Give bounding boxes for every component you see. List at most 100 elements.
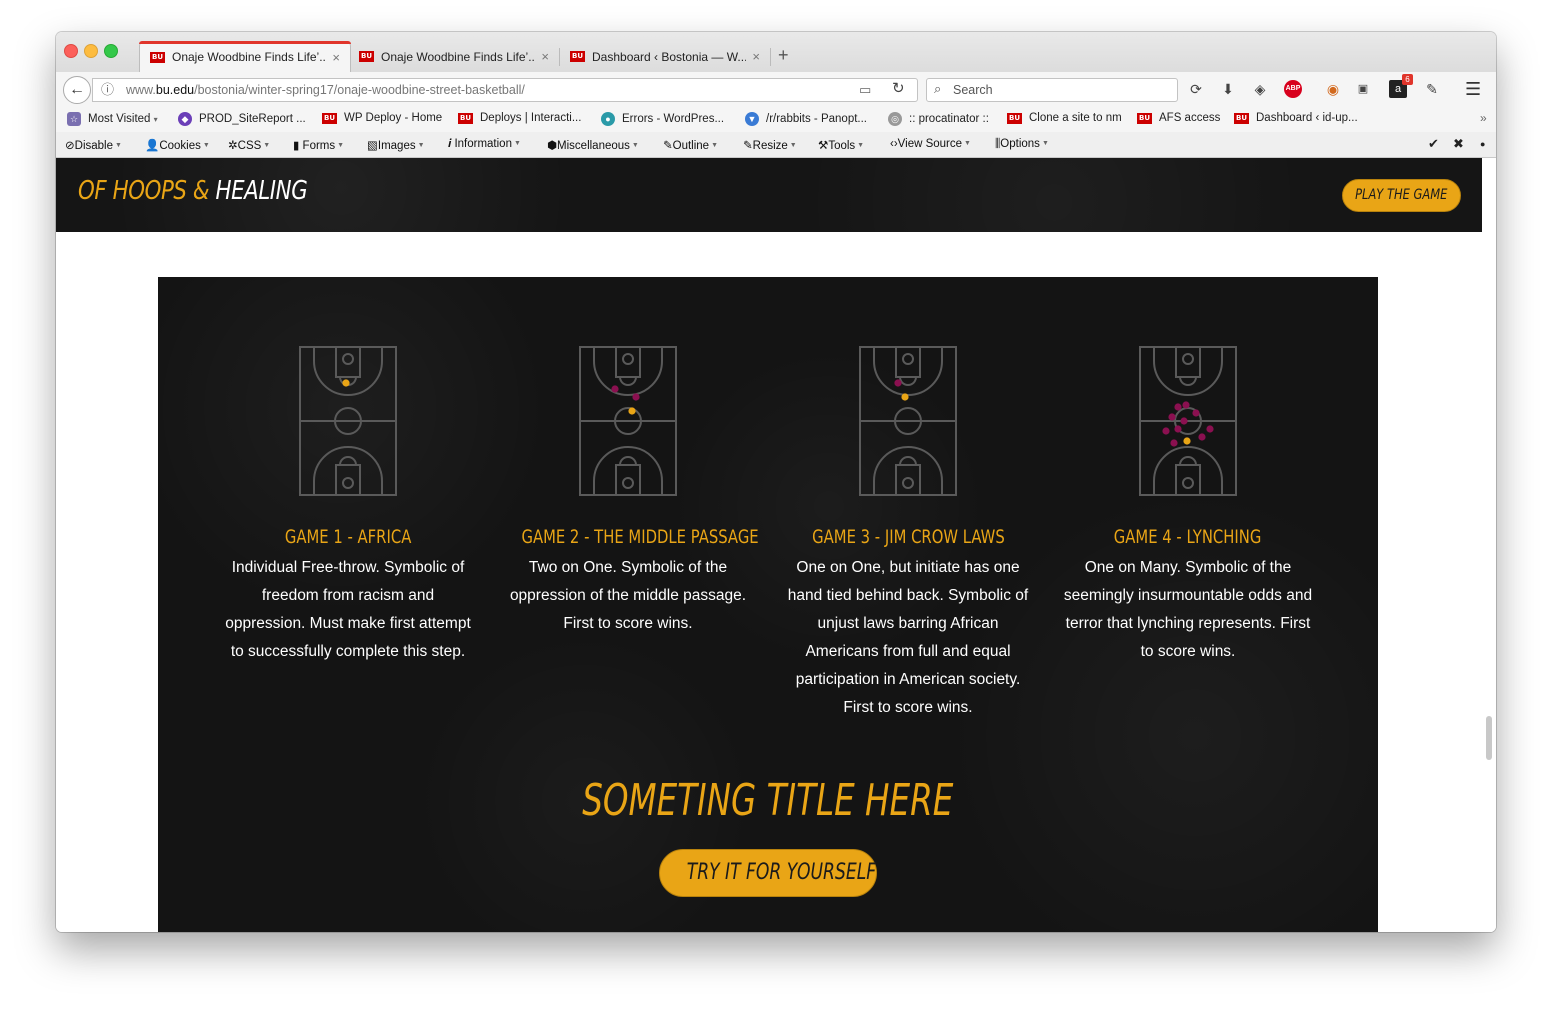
- defender-dot: [1168, 413, 1176, 421]
- bookmark-most-visited[interactable]: ☆ Most Visited ▾: [67, 112, 158, 126]
- initiate-dot: [628, 407, 636, 415]
- pocket-icon[interactable]: ◈: [1251, 80, 1269, 98]
- close-tab-icon[interactable]: ×: [332, 50, 340, 65]
- person-icon: 👤: [145, 140, 160, 152]
- notification-badge: 6: [1402, 74, 1413, 85]
- devbar-miscellaneous[interactable]: ⬢Miscellaneous ▼: [547, 138, 639, 152]
- tab-separator: [770, 48, 771, 66]
- site-info-icon[interactable]: ⓘ: [101, 79, 114, 101]
- vertical-scrollbar[interactable]: [1482, 158, 1496, 932]
- cube-icon: ⬢: [547, 140, 558, 152]
- play-the-game-button[interactable]: PLAY THE GAME: [1342, 179, 1461, 212]
- more-bookmarks-icon[interactable]: »: [1480, 111, 1487, 125]
- bu-favicon-icon: BU: [570, 51, 585, 62]
- back-arrow-icon: ←: [69, 81, 85, 98]
- wrench-icon: ⚒: [818, 140, 829, 152]
- bu-favicon-icon: BU: [1234, 112, 1249, 124]
- amazon-icon[interactable]: a6: [1389, 74, 1413, 98]
- defender-dot: [1174, 403, 1182, 411]
- bookmark-clone-site[interactable]: BU Clone a site to nm: [1007, 112, 1122, 124]
- bu-favicon-icon: BU: [150, 51, 165, 63]
- bookmark-afs-access[interactable]: BU AFS access: [1137, 112, 1220, 124]
- page-viewport: OF HOOPS & HEALING PLAY THE GAME GAME 1 …: [56, 158, 1496, 932]
- try-it-yourself-button[interactable]: TRY IT FOR YOURSELF: [659, 849, 877, 897]
- devbar-images[interactable]: ▧Images ▼: [367, 138, 425, 152]
- toolbar-dot-icon[interactable]: ●: [1480, 139, 1485, 149]
- game-description: Individual Free-throw. Symbolic of freed…: [225, 559, 471, 660]
- code-icon: ‹›: [890, 138, 898, 150]
- adblock-icon[interactable]: ABP: [1284, 80, 1302, 98]
- devbar-information[interactable]: 𝒊 Information ▼: [448, 138, 521, 151]
- devbar-cookies[interactable]: 👤Cookies ▼: [145, 138, 210, 152]
- bookmarks-toolbar: ☆ Most Visited ▾ ◆ PROD_SiteReport ... BU W…: [56, 108, 1496, 132]
- disable-icon: ⊘: [65, 140, 75, 152]
- bu-favicon-icon: BU: [458, 112, 473, 124]
- devbar-forms[interactable]: ▮ Forms ▼: [293, 138, 344, 152]
- defender-dot: [1162, 427, 1170, 435]
- tab-onaje-active[interactable]: BU Onaje Woodbine Finds Life’... ×: [139, 41, 351, 72]
- devbar-tools[interactable]: ⚒Tools ▼: [818, 138, 864, 152]
- bookmark-rabbits[interactable]: ▼/r/rabbits - Panopt...: [745, 112, 867, 126]
- reader-view-icon[interactable]: ▭: [859, 79, 871, 101]
- eyedropper-icon[interactable]: ✎: [1423, 80, 1441, 98]
- close-window-button[interactable]: [64, 44, 78, 58]
- initiate-dot: [901, 393, 909, 401]
- zoom-window-button[interactable]: [104, 44, 118, 58]
- search-input[interactable]: ⌕ Search: [926, 78, 1178, 102]
- bookmark-wp-deploy[interactable]: BU WP Deploy - Home: [322, 112, 442, 124]
- scrollbar-thumb[interactable]: [1486, 716, 1492, 760]
- game-card-1: GAME 1 - AFRICA Individual Free-throw. Sy…: [208, 345, 488, 666]
- sync-icon[interactable]: ⟳: [1187, 80, 1205, 98]
- close-toolbar-icon[interactable]: ✖: [1453, 136, 1464, 152]
- extension-icon[interactable]: ▣: [1354, 80, 1372, 98]
- hamburger-menu-icon[interactable]: ☰: [1465, 80, 1481, 98]
- checkmark-icon[interactable]: ✔: [1428, 136, 1439, 152]
- devbar-disable[interactable]: ⊘Disable ▼: [65, 138, 122, 152]
- color-picker-icon[interactable]: ◉: [1324, 80, 1342, 98]
- info-icon: 𝒊: [448, 138, 452, 150]
- devbar-view-source[interactable]: ‹›View Source ▼: [890, 138, 971, 150]
- game-card-4: GAME 4 - LYNCHING One on Many. Symbolic o…: [1048, 345, 1328, 666]
- back-button[interactable]: ←: [63, 76, 91, 104]
- minimize-window-button[interactable]: [84, 44, 98, 58]
- basketball-court-icon: [859, 346, 957, 496]
- tab-dashboard[interactable]: BU Dashboard ‹ Bostonia — W... ×: [560, 41, 770, 72]
- image-icon: ▧: [367, 140, 378, 152]
- pencil-icon: ✎: [663, 140, 673, 152]
- shield-icon: ◆: [178, 112, 192, 126]
- bookmark-procatinator[interactable]: ◎:: procatinator ::: [888, 112, 989, 126]
- tab-onaje-2[interactable]: BU Onaje Woodbine Finds Life’... ×: [349, 41, 559, 72]
- close-tab-icon[interactable]: ×: [752, 49, 760, 64]
- site-brand[interactable]: OF HOOPS & HEALING: [78, 176, 308, 206]
- download-icon[interactable]: ⬇: [1219, 80, 1237, 98]
- reload-icon[interactable]: ↻: [892, 78, 905, 100]
- initiate-dot: [1183, 437, 1191, 445]
- bookmark-prod-sitereport[interactable]: ◆ PROD_SiteReport ...: [178, 112, 306, 126]
- new-tab-button[interactable]: +: [778, 46, 789, 64]
- bu-favicon-icon: BU: [1007, 112, 1022, 124]
- site-header: OF HOOPS & HEALING PLAY THE GAME: [56, 158, 1482, 232]
- url-bar[interactable]: ⓘ www.bu.edu/bostonia/winter-spring17/on…: [92, 78, 918, 102]
- bookmark-dashboard[interactable]: BU Dashboard ‹ id-up...: [1234, 112, 1358, 124]
- devbar-css[interactable]: ✲CSS ▼: [228, 138, 270, 152]
- bookmark-errors[interactable]: ● Errors - WordPres...: [601, 112, 724, 126]
- devbar-options[interactable]: ⫼Options ▼: [995, 138, 1049, 151]
- basketball-court-icon: [299, 346, 397, 496]
- tab-title: Onaje Woodbine Finds Life’...: [172, 50, 327, 64]
- game-card-3: GAME 3 - JIM CROW LAWS One on One, but in…: [768, 345, 1048, 722]
- games-panel: GAME 1 - AFRICA Individual Free-throw. Sy…: [158, 277, 1378, 932]
- navigation-bar: ← ⓘ www.bu.edu/bostonia/winter-spring17/…: [56, 72, 1496, 108]
- devbar-outline[interactable]: ✎Outline ▼: [663, 138, 718, 152]
- close-tab-icon[interactable]: ×: [541, 49, 549, 64]
- bu-favicon-icon: BU: [359, 51, 374, 62]
- bookmark-deploys[interactable]: BU Deploys | Interacti...: [458, 112, 581, 124]
- web-developer-toolbar: ⊘Disable ▼ 👤Cookies ▼ ✲CSS ▼ ▮ Forms ▼ ▧Imag…: [56, 132, 1496, 158]
- defender-dot: [1182, 401, 1190, 409]
- url-text: www.bu.edu/bostonia/winter-spring17/onaj…: [126, 83, 525, 97]
- basketball-court-icon: [579, 346, 677, 496]
- tab-title: Onaje Woodbine Finds Life’...: [381, 49, 536, 64]
- defender-dot: [632, 393, 640, 401]
- wand-icon: ✲: [228, 140, 238, 152]
- defender-dot: [1206, 425, 1214, 433]
- devbar-resize[interactable]: ✎Resize ▼: [743, 138, 797, 152]
